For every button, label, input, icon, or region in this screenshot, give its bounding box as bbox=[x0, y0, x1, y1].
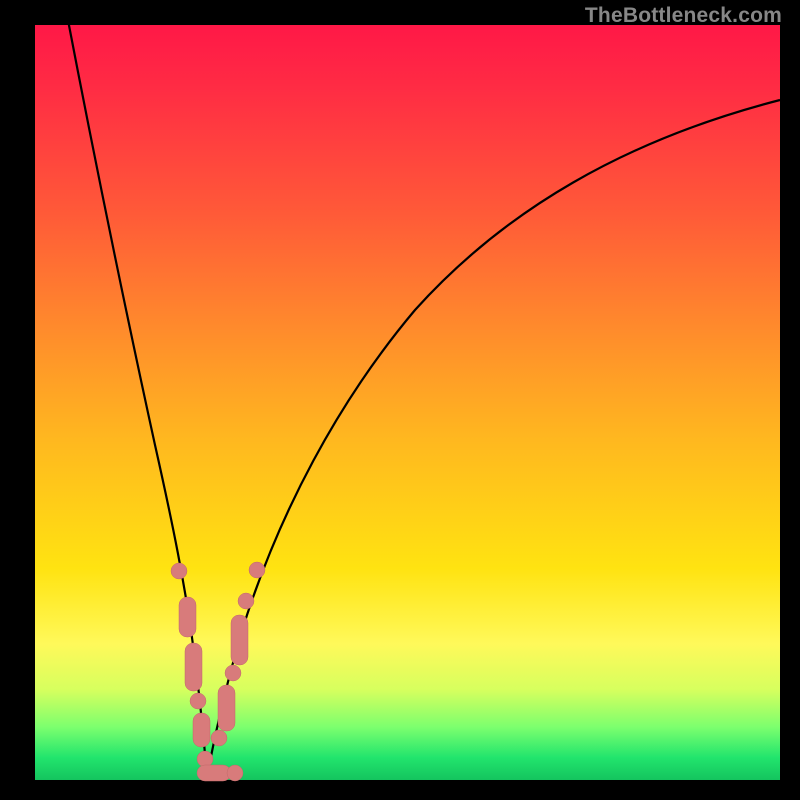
curves-svg bbox=[35, 25, 780, 780]
marker-dot bbox=[211, 730, 227, 746]
chart-frame: TheBottleneck.com bbox=[0, 0, 800, 800]
plot-area bbox=[35, 25, 780, 780]
marker-pill bbox=[218, 685, 235, 731]
marker-dot bbox=[227, 765, 243, 781]
marker-dot bbox=[197, 751, 213, 767]
marker-dot bbox=[190, 693, 206, 709]
marker-pill bbox=[179, 597, 196, 637]
marker-dot bbox=[238, 593, 254, 609]
right-branch-curve bbox=[207, 100, 780, 777]
marker-dot bbox=[225, 665, 241, 681]
marker-pill bbox=[197, 765, 231, 781]
marker-pill bbox=[193, 713, 210, 747]
marker-dot bbox=[171, 563, 187, 579]
marker-pill bbox=[231, 615, 248, 665]
marker-dot bbox=[249, 562, 265, 578]
marker-pill bbox=[185, 643, 202, 691]
